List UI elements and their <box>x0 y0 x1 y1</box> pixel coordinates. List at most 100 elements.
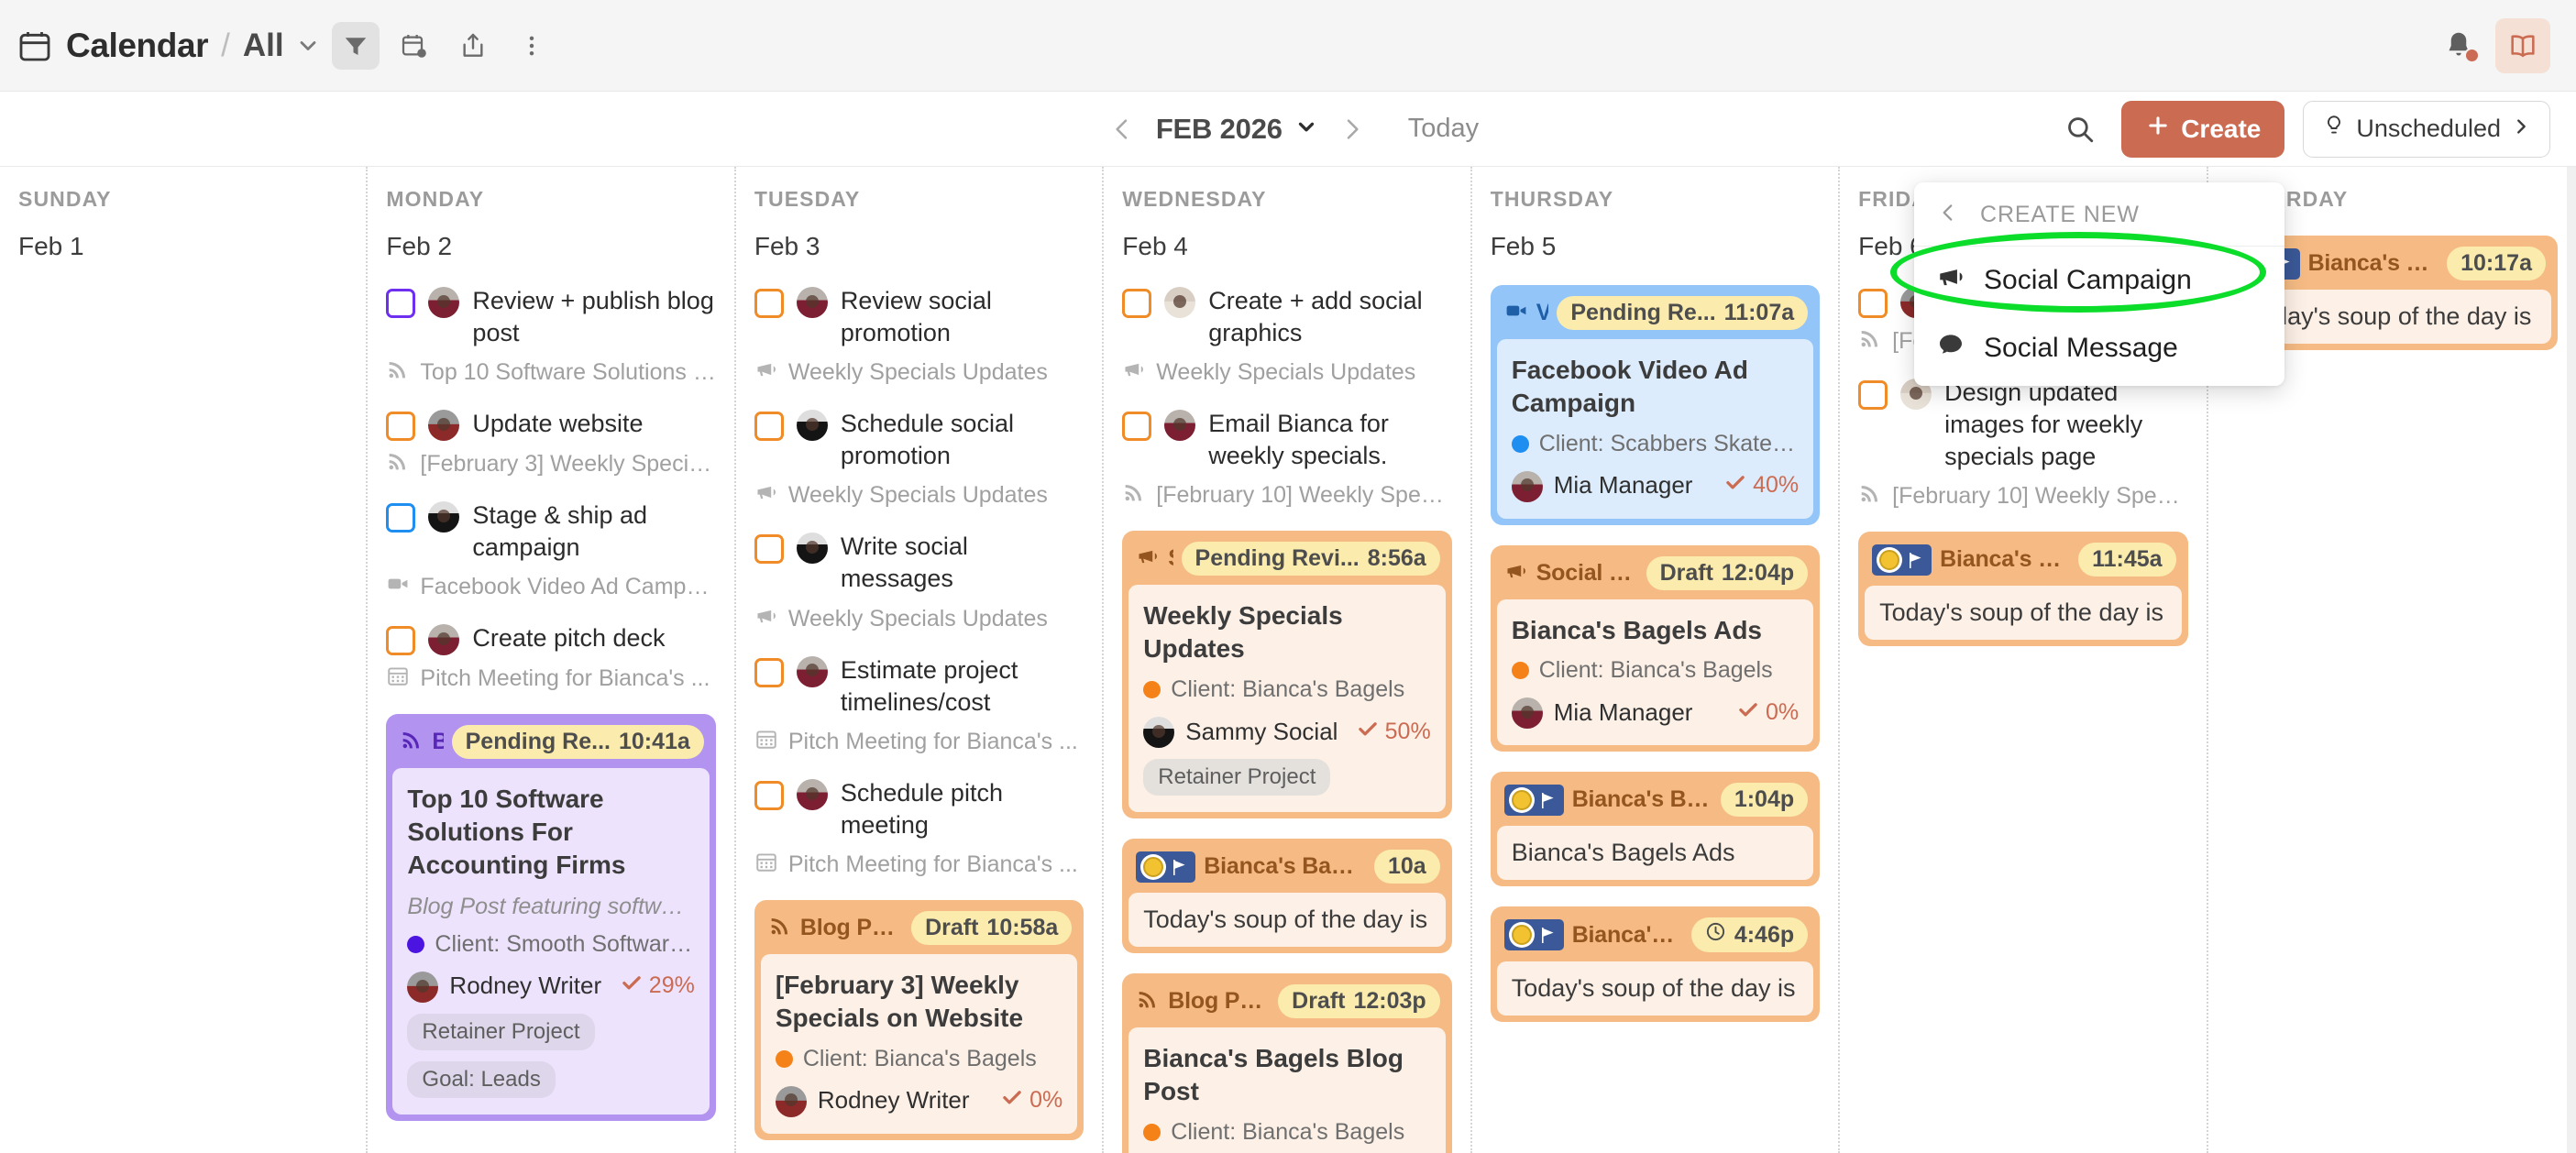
task-checkbox[interactable] <box>386 412 415 441</box>
event-card[interactable]: Bianca's Bagels 1:04p Bianca's Bagels Ad… <box>1491 772 1820 886</box>
task-item[interactable]: Review social promotion Weekly Specials … <box>754 285 1084 388</box>
event-card-status-pill: Pending Revi...8:56a <box>1182 542 1440 576</box>
event-card[interactable]: Blog Post Draft10:58a [February 3] Weekl… <box>754 900 1084 1140</box>
calendar-day-column[interactable]: TUESDAY Feb 3 Review social promotion We… <box>736 167 1104 1153</box>
facebook-badge-icon <box>1504 919 1564 950</box>
task-subtitle-row: [February 10] Weekly Speci... <box>1858 481 2187 511</box>
event-card[interactable]: Bl... Pending Re...10:41a Top 10 Softwar… <box>386 714 715 1120</box>
event-card-tag: Retainer Project <box>1143 759 1330 796</box>
task-checkbox[interactable] <box>1858 380 1888 410</box>
avatar <box>1512 471 1543 502</box>
task-item[interactable]: Update website [February 3] Weekly Speci… <box>386 408 715 479</box>
event-card-status-pill: Draft12:04p <box>1646 556 1809 590</box>
task-checkbox[interactable] <box>1858 289 1888 318</box>
task-checkbox[interactable] <box>1122 289 1151 318</box>
next-month-button[interactable] <box>1327 104 1377 154</box>
task-checkbox[interactable] <box>1122 412 1151 441</box>
task-item[interactable]: Schedule pitch meeting Pitch Meeting for… <box>754 777 1084 880</box>
event-card-status-pill: 11:45a <box>2078 543 2175 576</box>
task-item[interactable]: Estimate project timelines/cost Pitch Me… <box>754 654 1084 757</box>
calendar-small-icon <box>754 850 778 880</box>
task-item[interactable]: Email Bianca for weekly specials. [Febru… <box>1122 408 1451 511</box>
task-checkbox[interactable] <box>754 781 784 810</box>
calendar-day-column[interactable]: SUNDAY Feb 1 <box>0 167 368 1153</box>
task-item[interactable]: Write social messages Weekly Specials Up… <box>754 531 1084 633</box>
calendar-day-column[interactable]: WEDNESDAY Feb 4 Create + add social grap… <box>1104 167 1471 1153</box>
client-color-dot <box>1143 1124 1161 1141</box>
task-item[interactable]: Create + add social graphics Weekly Spec… <box>1122 285 1451 388</box>
create-button[interactable]: Create <box>2121 101 2284 158</box>
task-checkbox[interactable] <box>754 289 784 318</box>
event-card[interactable]: S... Pending Revi...8:56a Weekly Special… <box>1122 531 1451 818</box>
event-card[interactable]: Social Cam... Draft12:04p Bianca's Bagel… <box>1491 545 1820 752</box>
check-icon <box>1736 697 1760 728</box>
task-title: Schedule social promotion <box>841 408 1084 472</box>
task-main-row: Create pitch deck <box>386 622 715 655</box>
month-selector[interactable]: FEB 2026 <box>1156 113 1318 146</box>
event-card-status-pill: 4:46p <box>1691 917 1808 952</box>
event-card-text: Bianca's Bagels Ads <box>1497 826 1813 880</box>
task-title: Stage & ship ad campaign <box>472 500 715 564</box>
scrollbar[interactable] <box>2567 167 2576 1153</box>
calendar-day-column[interactable]: MONDAY Feb 2 Review + publish blog post … <box>368 167 735 1153</box>
event-card-header: Bianca's Bag... 11:45a <box>1865 538 2181 586</box>
bell-icon[interactable] <box>2438 26 2479 66</box>
unscheduled-button[interactable]: Unscheduled <box>2303 101 2550 158</box>
dropdown-item-social-message[interactable]: Social Message <box>1914 314 2284 382</box>
event-card-type: Bianca's Bagels <box>1572 786 1712 813</box>
card-status: Draft <box>1292 988 1345 1015</box>
task-checkbox[interactable] <box>386 626 415 655</box>
event-card-progress: 0% <box>1736 697 1799 728</box>
calendar-scope-selector[interactable]: All <box>243 27 284 64</box>
task-title: Update website <box>472 408 643 440</box>
task-checkbox[interactable] <box>386 503 415 533</box>
day-date-label: Feb 2 <box>386 232 715 261</box>
task-subtitle-row: Weekly Specials Updates <box>754 357 1084 388</box>
search-icon[interactable] <box>2057 106 2103 152</box>
task-item[interactable]: Design updated images for weekly special… <box>1858 377 2187 511</box>
event-card-type: Bianca's Bag... <box>2308 250 2439 277</box>
task-item[interactable]: Stage & ship ad campaign Facebook Video … <box>386 500 715 602</box>
event-card[interactable]: Bianca's Bagels 10a Today's soup of the … <box>1122 839 1451 953</box>
calendar-day-column[interactable]: THURSDAY Feb 5 Vi... Pending Re...11:07a… <box>1472 167 1840 1153</box>
flag-icon <box>1537 789 1559 811</box>
event-card[interactable]: Bianca's Ba... 4:46p Today's soup of the… <box>1491 906 1820 1022</box>
filter-icon[interactable] <box>332 22 380 70</box>
event-card-progress: 0% <box>1000 1085 1062 1115</box>
task-item[interactable]: Schedule social promotion Weekly Special… <box>754 408 1084 511</box>
card-time: 1:04p <box>1734 786 1794 813</box>
calendar-settings-icon[interactable] <box>391 22 438 70</box>
event-card-header: Bianca's Ba... 4:46p <box>1497 913 1813 961</box>
book-icon[interactable] <box>2495 18 2550 73</box>
event-card-header: Bl... Pending Re...10:41a <box>392 720 709 768</box>
task-checkbox[interactable] <box>754 412 784 441</box>
month-label-text: FEB 2026 <box>1156 113 1282 146</box>
event-card-client-row: Client: Bianca's Bagels <box>1512 657 1799 684</box>
task-item[interactable]: Create pitch deck Pitch Meeting for Bian… <box>386 622 715 694</box>
more-vertical-icon[interactable] <box>508 22 556 70</box>
event-card-header: Social Cam... Draft12:04p <box>1497 552 1813 599</box>
task-checkbox[interactable] <box>386 289 415 318</box>
chevron-down-icon[interactable] <box>295 33 321 59</box>
chevron-left-icon[interactable] <box>1936 201 1960 229</box>
event-card-body: Weekly Specials Updates Client: Bianca's… <box>1128 585 1445 812</box>
event-card-type: Vi... <box>1536 300 1549 326</box>
event-card[interactable]: Vi... Pending Re...11:07a Facebook Video… <box>1491 285 1820 525</box>
share-icon[interactable] <box>449 22 497 70</box>
avatar <box>797 779 828 810</box>
task-checkbox[interactable] <box>754 658 784 687</box>
task-subtitle-row: Weekly Specials Updates <box>754 604 1084 634</box>
prev-month-button[interactable] <box>1097 104 1147 154</box>
event-card-client: Client: Bianca's Bagels <box>1171 676 1404 703</box>
event-card[interactable]: Blog Post Draft12:03p Bianca's Bagels Bl… <box>1122 973 1451 1153</box>
dropdown-item-social-campaign[interactable]: Social Campaign <box>1914 247 2284 314</box>
event-card-body: Top 10 Software Solutions For Accounting… <box>392 768 709 1114</box>
task-main-row: Estimate project timelines/cost <box>754 654 1084 719</box>
task-title: Create + add social graphics <box>1208 285 1451 349</box>
avatar <box>1164 410 1195 441</box>
avatar <box>428 287 459 318</box>
today-button[interactable]: Today <box>1408 114 1479 144</box>
event-card[interactable]: Bianca's Bag... 11:45a Today's soup of t… <box>1858 532 2187 646</box>
task-item[interactable]: Review + publish blog post Top 10 Softwa… <box>386 285 715 388</box>
task-checkbox[interactable] <box>754 534 784 564</box>
